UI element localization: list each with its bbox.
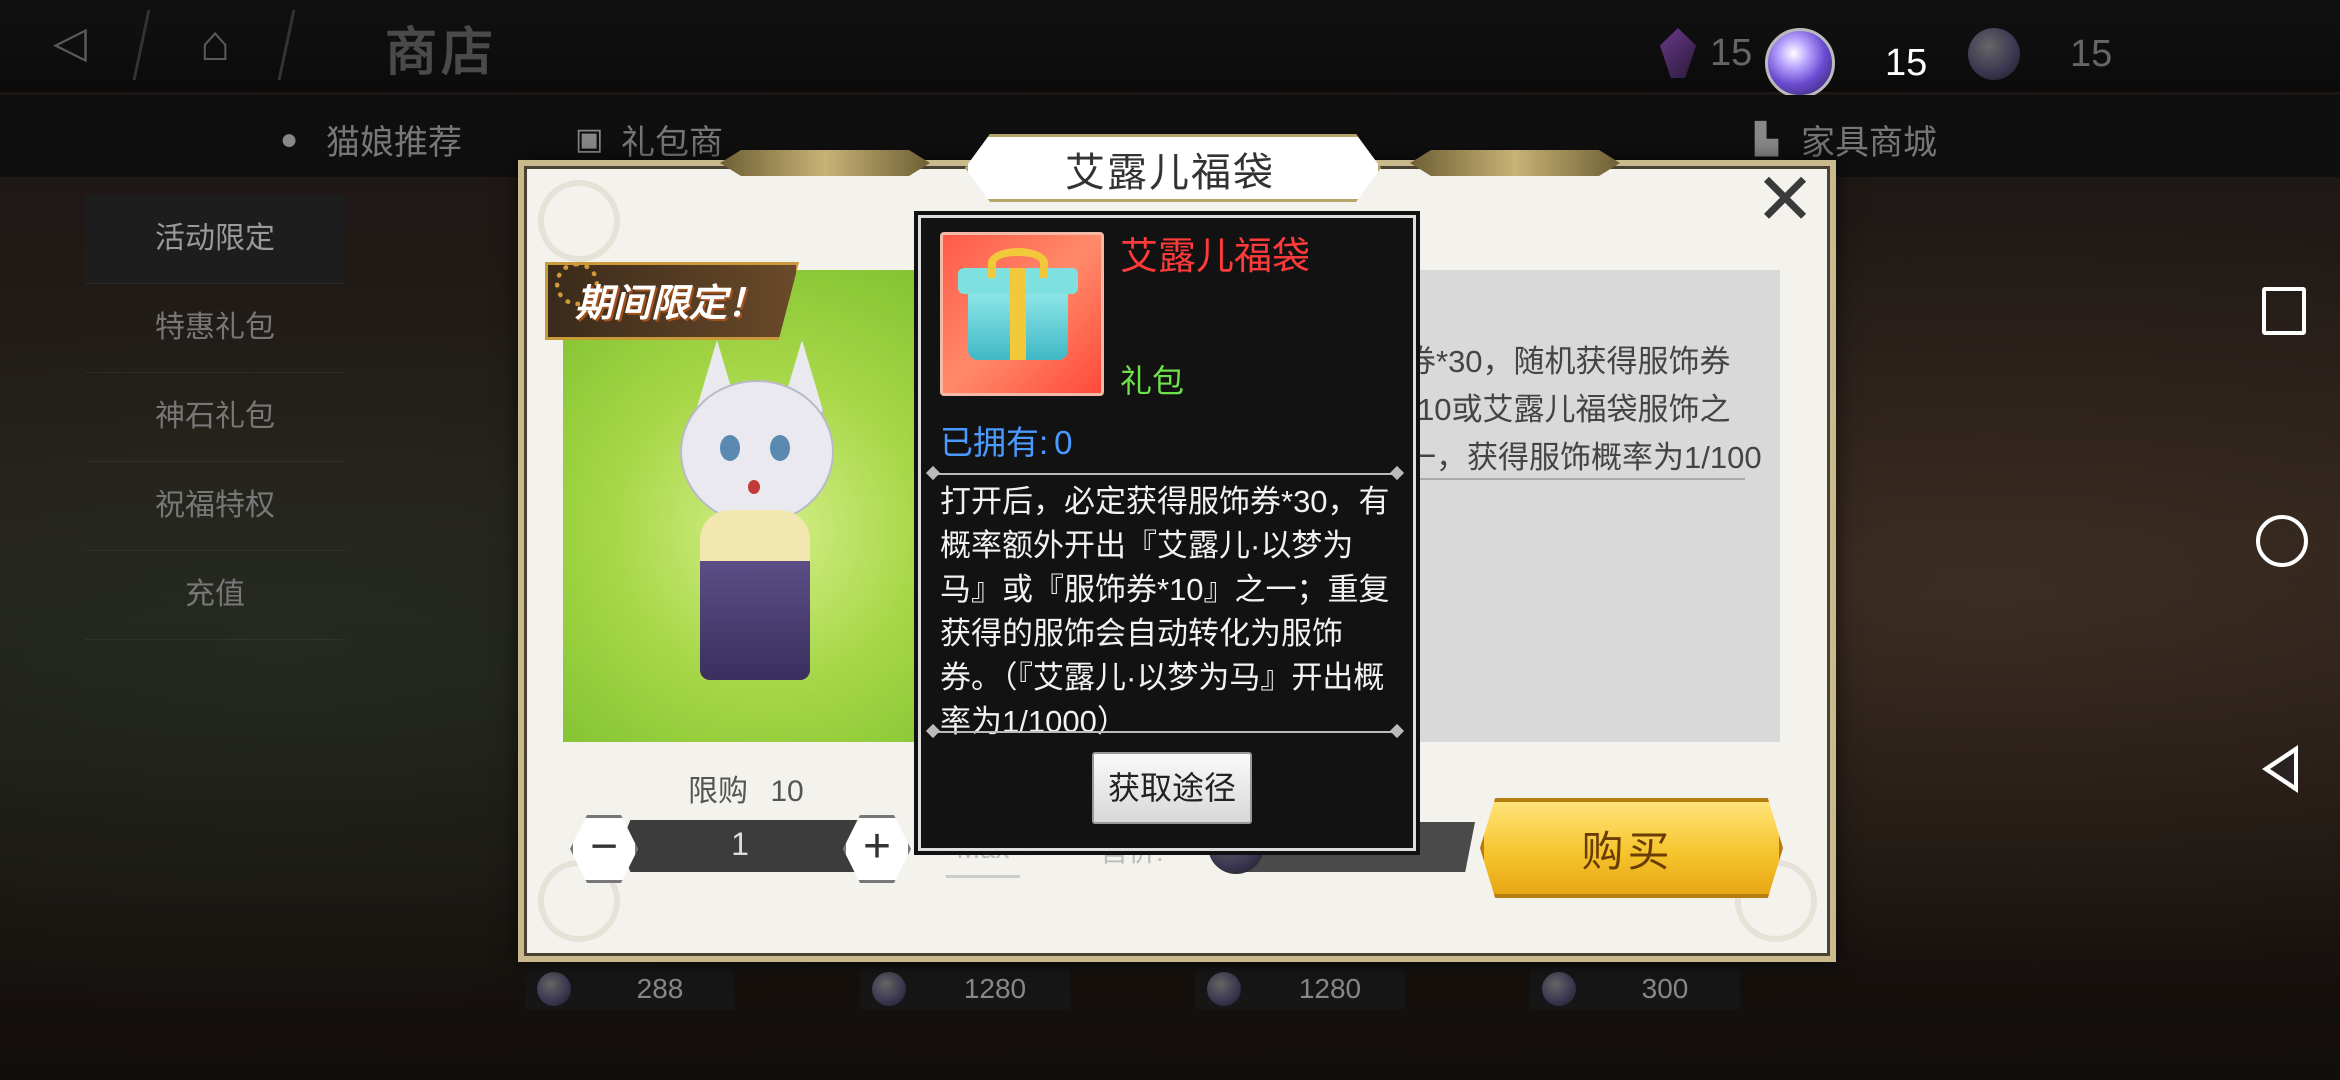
orb-icon bbox=[1542, 972, 1576, 1006]
mouth bbox=[748, 480, 760, 494]
title-ornament bbox=[1410, 150, 1620, 176]
recent-apps-icon[interactable] bbox=[2262, 287, 2306, 335]
divider bbox=[932, 731, 1398, 733]
orb-icon bbox=[1968, 28, 2020, 80]
item-price: 300 bbox=[1530, 968, 1740, 1010]
head bbox=[680, 380, 834, 524]
orb-icon bbox=[537, 972, 571, 1006]
sidebar: 活动限定 特惠礼包 神石礼包 祝福特权 充值 bbox=[85, 195, 345, 640]
product-description: 券*30，随机获得服饰券*10或艾露儿福袋服饰之一，获得服饰概率为1/100 bbox=[1405, 344, 1762, 475]
price-value: 300 bbox=[1641, 973, 1689, 1004]
eye bbox=[770, 435, 790, 461]
sidebar-item-blessing[interactable]: 祝福特权 bbox=[85, 462, 345, 551]
cat-icon: ● bbox=[280, 122, 299, 156]
orb-icon bbox=[1207, 972, 1241, 1006]
character-illustration bbox=[640, 340, 860, 700]
item-name: 艾露儿福袋 bbox=[1120, 236, 1311, 278]
owned-label: 已拥有: bbox=[940, 424, 1049, 461]
item-description: 打开后，必定获得服饰券*30，有概率额外开出『艾露儿·以梦为马』或『服饰券*10… bbox=[940, 484, 1390, 739]
sofa-icon: ▙ bbox=[1755, 122, 1779, 156]
corner-ornament bbox=[538, 180, 620, 262]
currency-value: 15 bbox=[1710, 31, 1753, 74]
dialog-title-bar: 艾露儿福袋 bbox=[700, 130, 1640, 202]
currency-crystal: 15 bbox=[1660, 28, 1752, 78]
crystal-icon bbox=[1660, 28, 1696, 78]
tab-label: 家具商城 bbox=[1801, 124, 1937, 162]
gift-icon: ▣ bbox=[575, 122, 604, 156]
item-price: 1280 bbox=[1195, 968, 1405, 1010]
divider bbox=[932, 473, 1398, 475]
home-icon[interactable]: ⌂ bbox=[170, 10, 260, 76]
page-title: 商店 bbox=[385, 24, 498, 82]
currency-value: 15 bbox=[2070, 32, 2113, 75]
price-value: 1280 bbox=[1298, 973, 1362, 1004]
gift-bow bbox=[988, 248, 1048, 278]
tab-label: 猫娘推荐 bbox=[326, 124, 462, 162]
god-stone-icon bbox=[1765, 28, 1835, 98]
price-value: 288 bbox=[636, 973, 684, 1004]
back-arrow-icon[interactable]: ◁ bbox=[30, 14, 110, 72]
tab-cat-recommend[interactable]: ● 猫娘推荐 bbox=[280, 115, 462, 164]
sidebar-item-special-pack[interactable]: 特惠礼包 bbox=[85, 284, 345, 373]
owned-count: 已拥有: 0 bbox=[940, 416, 1073, 464]
divider bbox=[132, 10, 151, 80]
tab-furniture-shop[interactable]: ▙ 家具商城 bbox=[1755, 115, 1937, 164]
dialog-title: 艾露儿福袋 bbox=[1065, 151, 1275, 195]
back-nav-icon[interactable] bbox=[2262, 745, 2298, 793]
item-price: 288 bbox=[525, 968, 735, 1010]
item-price: 1280 bbox=[860, 968, 1070, 1010]
limit-label: 限购 bbox=[688, 775, 748, 808]
top-bar: ◁ ⌂ 商店 15 15 15 bbox=[0, 0, 2340, 98]
divider bbox=[277, 10, 296, 80]
obtain-source-button[interactable]: 获取途径 bbox=[1092, 752, 1252, 824]
eye bbox=[720, 435, 740, 461]
currency-orb: 15 bbox=[1968, 28, 2112, 80]
buy-button-label[interactable]: 购买 bbox=[1480, 818, 1775, 879]
divider bbox=[1395, 478, 1745, 480]
item-type: 礼包 bbox=[1120, 363, 1185, 399]
limited-banner-text: 期间限定！ bbox=[575, 283, 766, 325]
home-nav-icon[interactable] bbox=[2256, 515, 2308, 567]
limit-value: 10 bbox=[770, 775, 804, 808]
orb-icon bbox=[872, 972, 906, 1006]
quantity-value[interactable]: 1 bbox=[620, 826, 860, 863]
sidebar-item-event-limited[interactable]: 活动限定 bbox=[85, 195, 345, 284]
sidebar-item-god-stone-pack[interactable]: 神石礼包 bbox=[85, 373, 345, 462]
gift-ribbon bbox=[1010, 268, 1026, 360]
owned-value: 0 bbox=[1054, 424, 1073, 461]
currency-value: 15 bbox=[1885, 41, 1928, 84]
close-icon[interactable]: ✕ bbox=[1745, 164, 1825, 245]
title-ornament bbox=[720, 150, 930, 176]
currency-god-stone: 15 bbox=[1765, 28, 1927, 98]
sidebar-item-recharge[interactable]: 充值 bbox=[85, 551, 345, 640]
purchase-limit: 限购 10 bbox=[688, 766, 804, 810]
body bbox=[700, 510, 810, 680]
price-value: 1280 bbox=[963, 973, 1027, 1004]
